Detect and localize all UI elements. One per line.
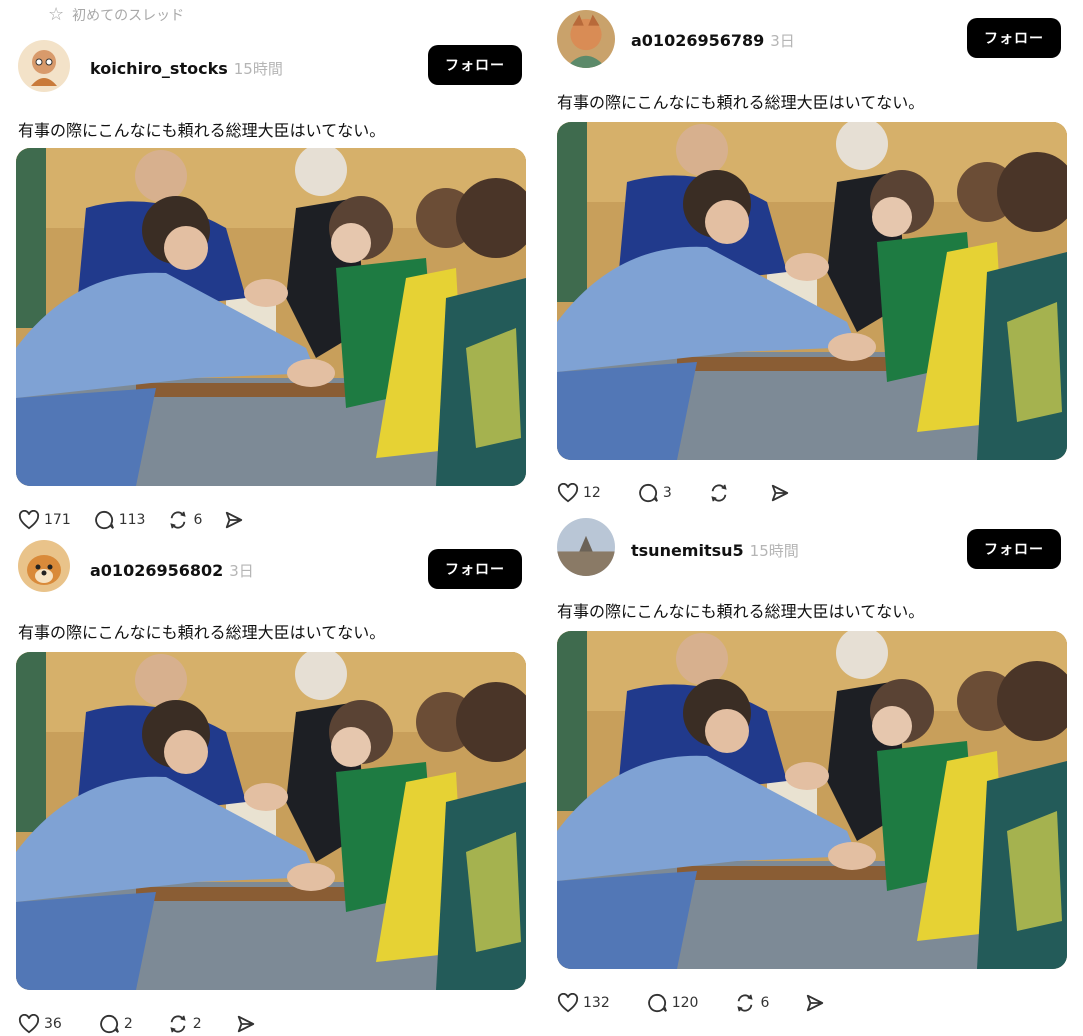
- username[interactable]: tsunemitsu5 15時間: [631, 540, 799, 561]
- feed-column-right: a01026956789 3日 フォロー 有事の際にこんなにも頼れる総理大臣はいて…: [543, 0, 1083, 1033]
- avatar-icon: [557, 518, 615, 576]
- repost-icon: [737, 994, 754, 1012]
- post-text: 有事の際にこんなにも頼れる総理大臣はいてない。: [557, 602, 925, 621]
- post-photo[interactable]: [16, 652, 526, 990]
- follow-button[interactable]: フォロー: [967, 18, 1061, 58]
- share-button[interactable]: [224, 510, 244, 530]
- post-time: 15時間: [749, 542, 799, 560]
- heart-icon: [557, 993, 579, 1013]
- post-photo[interactable]: [557, 122, 1067, 460]
- star-icon: ☆: [48, 4, 65, 25]
- repost-button[interactable]: 2: [167, 1014, 202, 1034]
- share-button[interactable]: [805, 993, 825, 1013]
- follow-button[interactable]: フォロー: [967, 529, 1061, 569]
- avatar[interactable]: [18, 540, 70, 592]
- first-thread-label: ☆ 初めてのスレッド: [48, 4, 184, 26]
- username[interactable]: a01026956802 3日: [90, 560, 254, 581]
- reply-count: 3: [662, 485, 672, 501]
- heart-icon: [18, 510, 40, 530]
- avatar[interactable]: [557, 10, 615, 68]
- repost-button[interactable]: 6: [167, 510, 202, 530]
- post-time: 3日: [770, 32, 795, 50]
- like-count: 132: [583, 995, 610, 1011]
- comment-icon: [94, 510, 114, 530]
- like-button[interactable]: 36: [18, 1014, 62, 1034]
- post-actions: 132 120 6: [557, 991, 825, 1015]
- follow-button[interactable]: フォロー: [428, 549, 522, 589]
- repost-button[interactable]: [708, 483, 734, 503]
- like-button[interactable]: 12: [557, 483, 601, 503]
- comment-icon: [100, 1014, 119, 1034]
- like-count: 36: [44, 1016, 62, 1032]
- reply-button[interactable]: 3: [637, 483, 672, 503]
- post-actions: 12 3: [557, 481, 790, 505]
- like-button[interactable]: 171: [18, 510, 71, 530]
- like-button[interactable]: 132: [557, 993, 610, 1013]
- avatar[interactable]: [18, 40, 70, 92]
- thread-post: koichiro_stocks 15時間 フォロー 有事の際にこんなにも頼れる総理…: [0, 40, 540, 540]
- post-actions: 171 113 6: [18, 508, 244, 532]
- heart-icon: [18, 1014, 40, 1034]
- post-text: 有事の際にこんなにも頼れる総理大臣はいてない。: [18, 121, 386, 140]
- like-count: 171: [44, 512, 71, 528]
- share-button[interactable]: [770, 483, 790, 503]
- post-time: 3日: [229, 562, 254, 580]
- reply-count: 2: [123, 1016, 133, 1032]
- post-text: 有事の際にこんなにも頼れる総理大臣はいてない。: [18, 623, 386, 642]
- thread-post: tsunemitsu5 15時間 フォロー 有事の際にこんなにも頼れる総理大臣はい…: [543, 518, 1083, 1033]
- avatar[interactable]: [557, 518, 615, 576]
- reply-count: 113: [118, 512, 146, 528]
- post-photo[interactable]: [16, 148, 526, 486]
- send-icon: [226, 511, 243, 529]
- avatar-icon: [557, 10, 615, 68]
- avatar-icon: [18, 40, 70, 92]
- avatar-icon: [18, 540, 70, 592]
- thread-post: a01026956802 3日 フォロー 有事の際にこんなにも頼れる総理大臣はいて…: [0, 540, 540, 1036]
- heart-icon: [557, 483, 579, 503]
- feed-column-left: ☆ 初めてのスレッド koichiro_stocks 15時間 フォロー 有事の際…: [0, 0, 540, 1036]
- repost-button[interactable]: 6: [734, 993, 769, 1013]
- first-thread-text: 初めてのスレッド: [72, 8, 185, 24]
- repost-count: 2: [192, 1016, 202, 1032]
- reply-button[interactable]: 2: [98, 1014, 133, 1034]
- repost-icon: [170, 1015, 186, 1033]
- like-count: 12: [583, 485, 601, 501]
- username[interactable]: koichiro_stocks 15時間: [90, 58, 283, 79]
- send-icon: [771, 484, 788, 502]
- reply-button[interactable]: 113: [93, 510, 146, 530]
- repost-count: 6: [193, 512, 203, 528]
- comment-icon: [639, 483, 658, 503]
- post-photo[interactable]: [557, 631, 1067, 969]
- repost-count: 6: [760, 995, 770, 1011]
- post-actions: 36 2 2: [18, 1012, 256, 1036]
- reply-button[interactable]: 120: [646, 993, 699, 1013]
- repost-icon: [711, 484, 727, 502]
- comment-icon: [647, 993, 667, 1013]
- share-button[interactable]: [236, 1014, 256, 1034]
- send-icon: [237, 1015, 254, 1033]
- follow-button[interactable]: フォロー: [428, 45, 522, 85]
- post-time: 15時間: [233, 60, 283, 78]
- username[interactable]: a01026956789 3日: [631, 30, 795, 51]
- reply-count: 120: [671, 995, 699, 1011]
- thread-post: a01026956789 3日 フォロー 有事の際にこんなにも頼れる総理大臣はいて…: [543, 10, 1083, 515]
- post-text: 有事の際にこんなにも頼れる総理大臣はいてない。: [557, 93, 925, 112]
- send-icon: [807, 994, 824, 1012]
- repost-icon: [170, 511, 187, 529]
